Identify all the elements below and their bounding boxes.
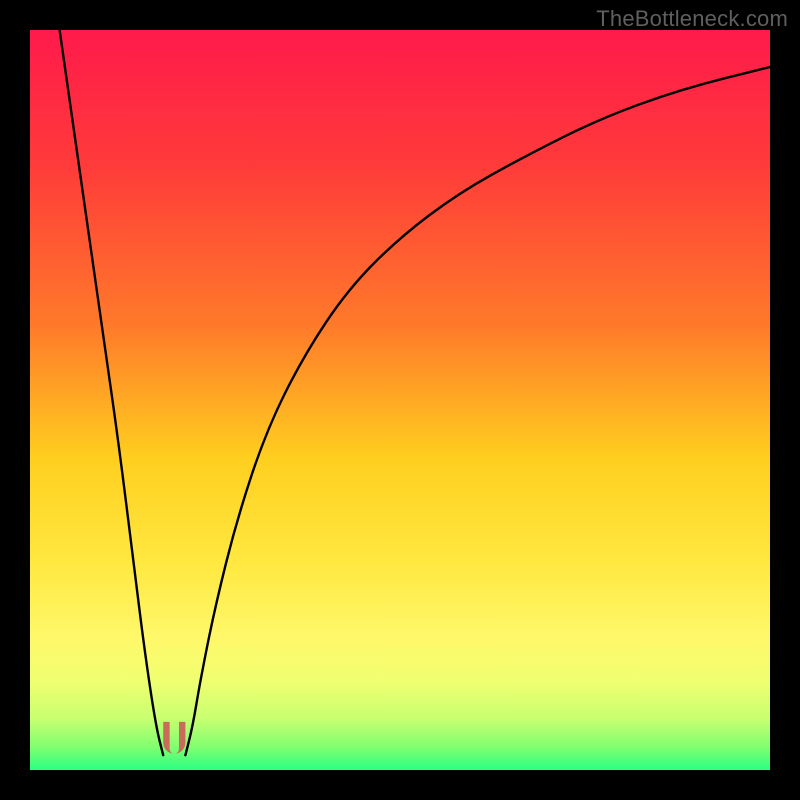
chart-frame: TheBottleneck.com	[0, 0, 800, 800]
watermark-text: TheBottleneck.com	[596, 6, 788, 32]
plot-area	[30, 30, 770, 770]
chart-svg	[30, 30, 770, 770]
gradient-background	[30, 30, 770, 770]
